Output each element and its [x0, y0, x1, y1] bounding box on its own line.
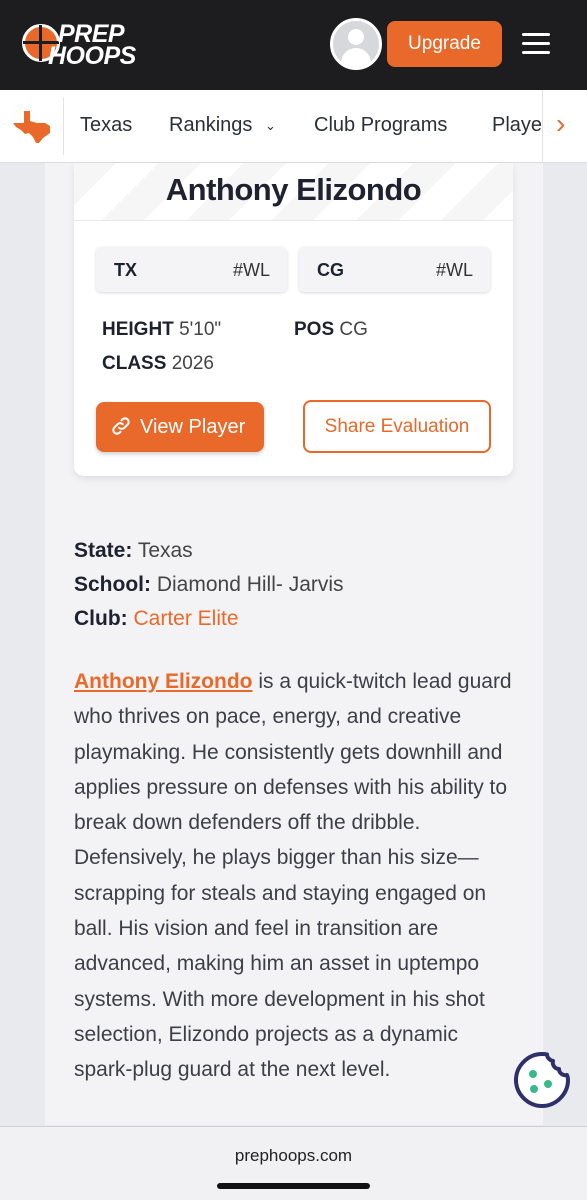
- hamburger-menu-icon[interactable]: [522, 33, 550, 55]
- club-link[interactable]: Carter Elite: [134, 607, 239, 630]
- school-label: School:: [74, 573, 151, 596]
- rank-chip-state: TX #WL: [96, 247, 287, 292]
- texas-state-icon[interactable]: [12, 110, 52, 144]
- avatar-head: [348, 29, 364, 45]
- nav-item-rankings[interactable]: Rankings: [169, 114, 252, 137]
- player-evaluation-text: Anthony Elizondo is a quick-twitch lead …: [74, 664, 519, 1088]
- club-label: Club:: [74, 607, 128, 630]
- height-label: HEIGHT: [102, 319, 174, 340]
- pos-value: CG: [339, 319, 368, 340]
- state-label: State:: [74, 539, 133, 562]
- avatar-body: [341, 48, 371, 67]
- player-card: Anthony Elizondo TX #WL CG #WL HEIGHT 5'…: [74, 163, 513, 476]
- position-attribute: POS CG: [294, 319, 368, 341]
- rank-chip-value: #WL: [435, 260, 473, 280]
- upgrade-button[interactable]: Upgrade: [387, 21, 502, 67]
- height-attribute: HEIGHT 5'10": [102, 319, 221, 341]
- club-row: Club: Carter Elite: [74, 607, 239, 631]
- view-player-label: View Player: [140, 416, 246, 438]
- nav-item-players[interactable]: Playe: [492, 114, 542, 137]
- site-url: prephoops.com: [234, 1146, 353, 1165]
- player-name: Anthony Elizondo: [165, 172, 422, 207]
- share-evaluation-button[interactable]: Share Evaluation: [303, 400, 491, 453]
- chevron-right-icon[interactable]: ›: [556, 108, 565, 140]
- pos-label: POS: [294, 319, 335, 340]
- evaluation-body: is a quick-twitch lead guard who thrives…: [74, 670, 512, 1082]
- rank-chip-key: TX: [114, 260, 138, 280]
- state-row: State: Texas: [74, 539, 193, 563]
- browser-footer: prephoops.com: [0, 1126, 587, 1200]
- prephoops-logo[interactable]: PREP HOOPS: [18, 16, 138, 72]
- logo-word-hoops: HOOPS: [48, 42, 136, 70]
- chevron-down-icon[interactable]: ⌄: [265, 118, 276, 134]
- rank-chip-key: CG: [317, 260, 344, 280]
- school-row: School: Diamond Hill- Jarvis: [74, 573, 344, 597]
- home-indicator: [217, 1183, 370, 1189]
- top-bar: PREP HOOPS Upgrade: [0, 0, 587, 90]
- class-value: 2026: [171, 353, 214, 374]
- class-attribute: CLASS 2026: [102, 353, 214, 375]
- rank-chip-value: #WL: [232, 260, 270, 280]
- player-name-bar: Anthony Elizondo: [74, 163, 513, 221]
- nav-item-texas[interactable]: Texas: [80, 114, 132, 137]
- cookie-settings-icon[interactable]: [513, 1051, 571, 1109]
- region-nav: Texas Rankings ⌄ Club Programs Playe ›: [0, 90, 587, 163]
- height-value: 5'10": [179, 319, 222, 340]
- view-player-button[interactable]: View Player: [96, 402, 264, 452]
- state-value: Texas: [137, 539, 193, 562]
- class-label: CLASS: [102, 353, 167, 374]
- nav-divider: [63, 98, 64, 155]
- rank-chip-position: CG #WL: [299, 247, 490, 292]
- nav-item-club-programs[interactable]: Club Programs: [314, 114, 447, 137]
- link-icon: [112, 417, 130, 435]
- user-avatar[interactable]: [330, 18, 382, 70]
- school-value: Diamond Hill- Jarvis: [156, 573, 344, 596]
- player-name-link[interactable]: Anthony Elizondo: [74, 670, 252, 693]
